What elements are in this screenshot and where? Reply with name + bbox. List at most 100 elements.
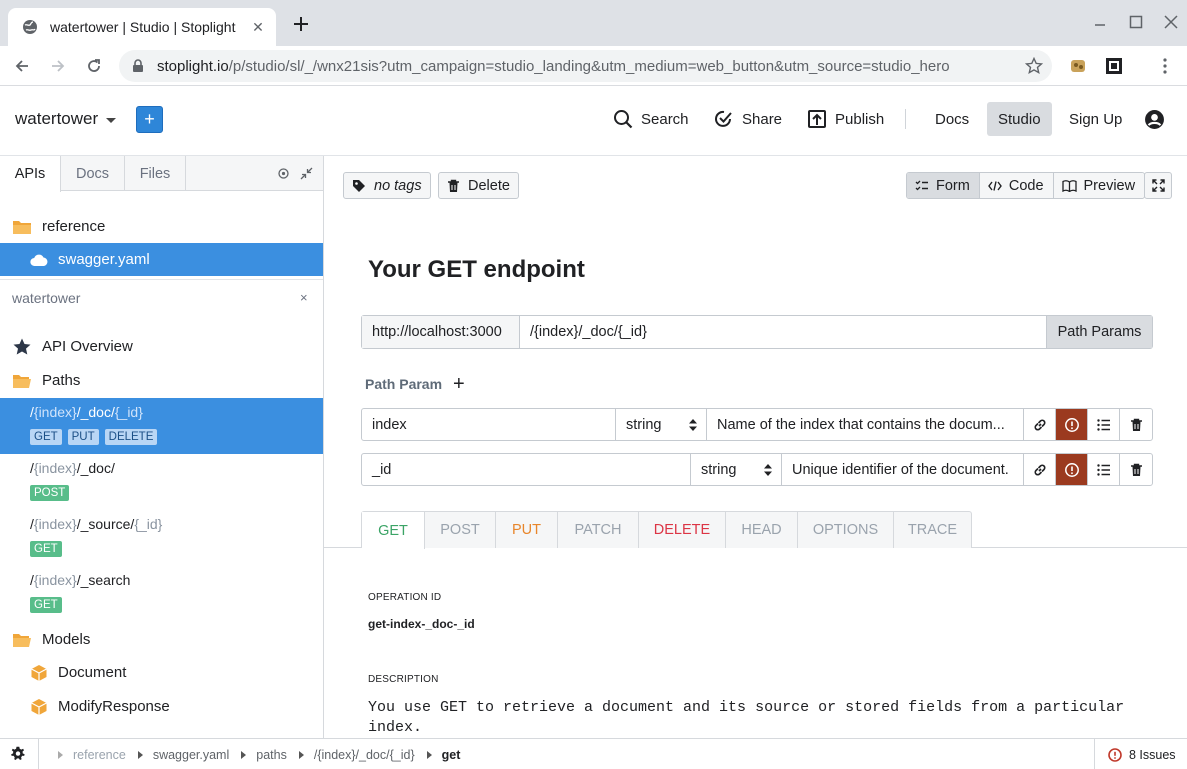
sidebar-item-models[interactable]: Models <box>0 623 323 656</box>
param-name-input[interactable]: index <box>362 409 616 440</box>
tab-docs[interactable]: Docs <box>61 156 125 191</box>
link-icon[interactable] <box>1024 409 1056 440</box>
code-icon <box>987 180 1002 191</box>
tab-options[interactable]: OPTIONS <box>798 512 894 548</box>
method-badge-get: GET <box>30 597 62 613</box>
tab-put[interactable]: PUT <box>496 512 558 548</box>
locate-icon[interactable] <box>276 166 290 180</box>
model-item-document[interactable]: Document <box>0 656 323 689</box>
required-icon[interactable] <box>1056 409 1088 440</box>
tab-head[interactable]: HEAD <box>726 512 798 548</box>
close-icon[interactable]: × <box>300 290 308 305</box>
minimize-icon[interactable] <box>1087 10 1113 34</box>
user-avatar-icon[interactable] <box>1144 109 1165 130</box>
publish-button[interactable]: Publish <box>807 104 884 134</box>
method-badge-get: GET <box>30 541 62 557</box>
close-window-icon[interactable] <box>1158 10 1184 34</box>
issues-indicator[interactable]: 8 Issues <box>1108 739 1176 769</box>
tab-post[interactable]: POST <box>425 512 496 548</box>
trash-icon[interactable] <box>1120 454 1152 485</box>
tab-files[interactable]: Files <box>125 156 186 191</box>
extension-paint-icon[interactable] <box>1067 55 1089 77</box>
param-row: _id string Unique identifier of the docu… <box>361 453 1153 486</box>
trash-icon[interactable] <box>1120 409 1152 440</box>
caret-down-icon <box>106 118 117 123</box>
param-row: index string Name of the index that cont… <box>361 408 1153 441</box>
tab-patch[interactable]: PATCH <box>558 512 639 548</box>
reload-icon[interactable] <box>82 54 106 78</box>
path-item[interactable]: /{index}/_doc/ POST <box>0 454 323 510</box>
lock-icon <box>131 59 145 73</box>
new-tab-icon[interactable] <box>290 13 312 35</box>
maximize-icon[interactable] <box>1123 10 1149 34</box>
description-text[interactable]: You use GET to retrieve a document and i… <box>368 698 1158 738</box>
tags-button[interactable]: no tags <box>343 172 431 199</box>
project-switcher[interactable]: watertower <box>15 109 117 129</box>
fullscreen-icon[interactable] <box>1144 172 1172 199</box>
param-name-input[interactable]: _id <box>362 454 691 485</box>
breadcrumb-item[interactable]: reference <box>58 748 126 762</box>
breadcrumb-item[interactable]: swagger.yaml <box>137 748 229 762</box>
view-mode-toggle: Form Code Preview <box>906 172 1146 199</box>
server-url[interactable]: http://localhost:3000 <box>362 316 520 348</box>
tab-delete[interactable]: DELETE <box>639 512 726 548</box>
file-item-reference[interactable]: reference <box>0 210 323 243</box>
sidebar-item-paths[interactable]: Paths <box>0 364 323 397</box>
back-icon[interactable] <box>10 54 34 78</box>
folder-open-icon <box>13 374 31 388</box>
share-check-icon <box>715 110 732 127</box>
cube-icon <box>31 698 47 715</box>
search-button[interactable]: Search <box>613 104 689 134</box>
param-type-select[interactable]: string <box>691 454 782 485</box>
add-path-param-icon[interactable]: + <box>453 374 465 394</box>
extension-square-icon[interactable] <box>1103 55 1125 77</box>
path-item[interactable]: /{index}/_doc/{_id} GET PUT DELETE <box>0 398 323 454</box>
app-header: watertower + Search Share Publish Docs S… <box>0 86 1187 156</box>
breadcrumb-item[interactable]: paths <box>241 748 287 762</box>
list-icon[interactable] <box>1088 409 1120 440</box>
link-icon[interactable] <box>1024 454 1056 485</box>
share-button[interactable]: Share <box>714 104 782 134</box>
param-type-select[interactable]: string <box>616 409 707 440</box>
required-icon[interactable] <box>1056 454 1088 485</box>
browser-tab[interactable]: watertower | Studio | Stoplight ✕ <box>8 8 276 46</box>
breadcrumb-item[interactable]: /{index}/_doc/{_id} <box>298 748 415 762</box>
footer-divider <box>1094 739 1095 769</box>
forward-icon[interactable] <box>46 54 70 78</box>
list-icon[interactable] <box>1088 454 1120 485</box>
path-input[interactable]: /{index}/_doc/{_id} <box>520 316 1046 348</box>
path-item[interactable]: /{index}/_source/{_id} GET <box>0 510 323 566</box>
tab-apis[interactable]: APIs <box>0 156 61 192</box>
preview-mode-button[interactable]: Preview <box>1053 173 1145 198</box>
folder-open-icon <box>13 633 31 647</box>
code-mode-button[interactable]: Code <box>979 173 1054 198</box>
collapse-icon[interactable] <box>299 166 313 180</box>
operation-id-value[interactable]: get-index-_doc-_id <box>368 617 475 631</box>
add-button[interactable]: + <box>136 106 163 133</box>
address-bar[interactable]: stoplight.io/p/studio/sl/_/wnx21sis?utm_… <box>119 50 1052 82</box>
path-label: /{index}/_doc/{_id} <box>30 404 143 420</box>
file-item-swagger[interactable]: swagger.yaml <box>0 243 323 276</box>
tab-get[interactable]: GET <box>362 512 425 549</box>
docs-link[interactable]: Docs <box>924 102 980 136</box>
path-params-button[interactable]: Path Params <box>1046 316 1152 348</box>
method-badge-put: PUT <box>67 429 99 445</box>
signup-link[interactable]: Sign Up <box>1058 102 1133 136</box>
folder-icon <box>13 220 31 234</box>
studio-link[interactable]: Studio <box>987 102 1052 136</box>
tab-trace[interactable]: TRACE <box>894 512 971 548</box>
breadcrumb-item[interactable]: get <box>426 748 460 762</box>
sidebar-item-api-overview[interactable]: API Overview <box>0 330 323 363</box>
param-description-input[interactable]: Name of the index that contains the docu… <box>707 409 1024 440</box>
model-item-modifyresponse[interactable]: ModifyResponse <box>0 690 323 723</box>
gear-icon[interactable] <box>10 746 26 762</box>
path-item[interactable]: /{index}/_search GET <box>0 566 323 622</box>
endpoint-title[interactable]: Your GET endpoint <box>368 256 585 284</box>
browser-menu-icon[interactable] <box>1154 55 1176 77</box>
delete-button[interactable]: Delete <box>438 172 519 199</box>
param-description-input[interactable]: Unique identifier of the document. <box>782 454 1024 485</box>
path-label: /{index}/_source/{_id} <box>30 516 163 532</box>
close-tab-icon[interactable]: ✕ <box>250 19 266 35</box>
bookmark-star-icon[interactable] <box>1024 56 1044 76</box>
form-mode-button[interactable]: Form <box>907 173 980 198</box>
